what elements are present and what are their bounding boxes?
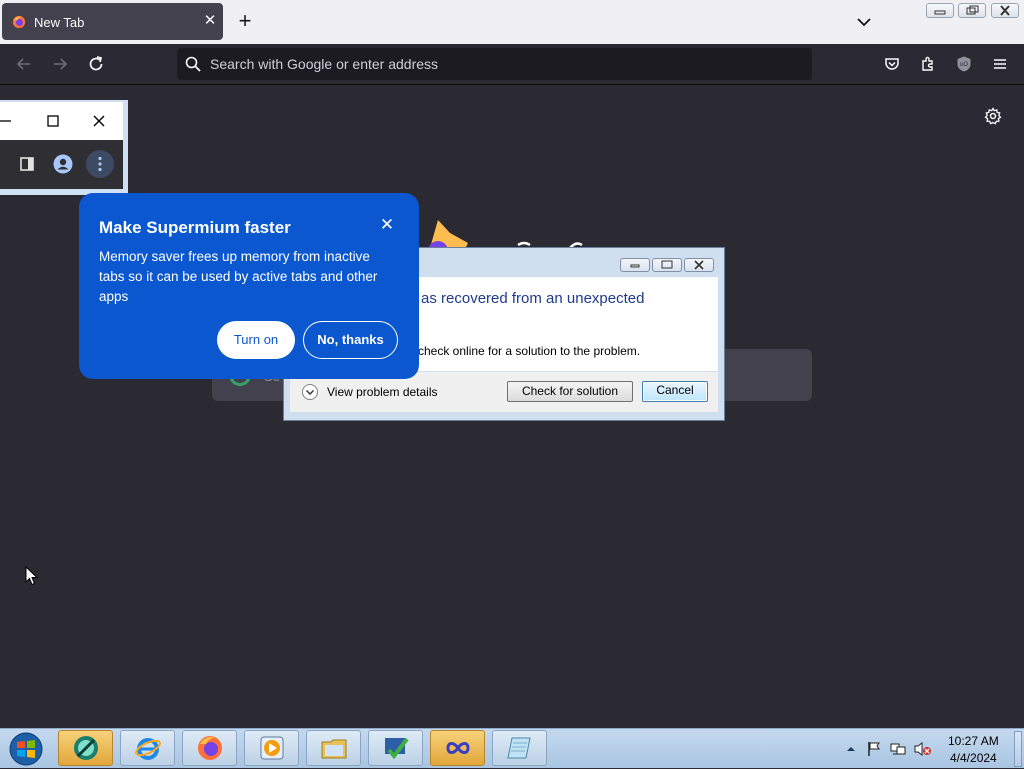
reload-icon[interactable]: [87, 55, 105, 73]
dialog-maximize-button[interactable]: [652, 258, 682, 272]
notepad-icon: [507, 737, 531, 759]
gear-icon[interactable]: [984, 107, 1002, 125]
extensions-icon[interactable]: [919, 55, 937, 73]
connection-app-icon: [74, 736, 98, 760]
dialog-close-button[interactable]: [684, 258, 714, 272]
dialog-heading: as recovered from an unexpected: [421, 290, 645, 307]
expand-details-chevron-icon[interactable]: [302, 384, 318, 400]
tab-close-icon[interactable]: ✕: [200, 11, 220, 31]
restore-button[interactable]: [958, 3, 986, 18]
supermium-window-fragment: [0, 100, 128, 195]
show-hidden-icons-icon[interactable]: [846, 744, 856, 754]
dialog-body-text: check online for a solution to the probl…: [418, 344, 641, 358]
list-all-tabs-icon[interactable]: [854, 12, 874, 32]
tab-strip: New Tab ✕ +: [0, 0, 1024, 44]
taskbar-notepad[interactable]: [492, 730, 547, 766]
address-bar[interactable]: Search with Google or enter address: [177, 48, 812, 80]
kebab-menu-icon: [98, 156, 102, 172]
taskbar-media-player[interactable]: [244, 730, 299, 766]
promo-body: Memory saver frees up memory from inacti…: [99, 249, 378, 304]
more-menu-button[interactable]: [86, 150, 114, 178]
tab-new-tab[interactable]: New Tab ✕: [2, 3, 223, 40]
minimize-icon[interactable]: [0, 114, 14, 128]
start-button-icon[interactable]: [6, 731, 46, 767]
menu-icon[interactable]: [991, 55, 1009, 73]
infinity-icon: [446, 742, 470, 754]
volume-muted-icon[interactable]: [914, 741, 932, 757]
taskbar-firefox[interactable]: [182, 730, 237, 766]
media-player-icon: [260, 736, 284, 760]
taskbar: 10:27 AM 4/4/2024: [0, 728, 1024, 768]
network-icon[interactable]: [890, 741, 906, 757]
action-center-flag-icon[interactable]: [866, 741, 882, 757]
no-thanks-button[interactable]: No, thanks: [303, 321, 398, 359]
svg-text:uO: uO: [960, 62, 968, 68]
folder-icon: [321, 739, 347, 759]
pocket-icon[interactable]: [883, 55, 901, 73]
taskbar-connection-app[interactable]: [58, 730, 113, 766]
search-icon: [185, 56, 201, 72]
clock-date[interactable]: 4/4/2024: [950, 751, 997, 765]
supermium-titlebar: [0, 102, 123, 138]
navigation-toolbar: Search with Google or enter address uO: [0, 44, 1024, 85]
dialog-minimize-button[interactable]: [620, 258, 650, 272]
firefox-icon: [198, 736, 222, 760]
clock-time[interactable]: 10:27 AM: [948, 734, 999, 748]
maximize-icon[interactable]: [46, 114, 60, 128]
close-icon[interactable]: ✕: [377, 215, 397, 235]
supermium-window-body: [0, 102, 123, 189]
view-problem-details-link[interactable]: View problem details: [327, 385, 438, 399]
memory-saver-promo: Make Supermium faster Memory saver frees…: [79, 193, 419, 379]
ublock-shield-icon[interactable]: uO: [955, 55, 973, 73]
mouse-cursor-icon: [25, 566, 39, 586]
minimize-button[interactable]: [926, 3, 954, 18]
taskbar-infinity-app[interactable]: [430, 730, 485, 766]
close-window-button[interactable]: [991, 3, 1019, 18]
taskbar-file-explorer[interactable]: [306, 730, 361, 766]
back-icon[interactable]: [15, 55, 33, 73]
taskbar-checker-app[interactable]: [368, 730, 423, 766]
tab-title: New Tab: [34, 15, 85, 30]
checkmark-app-icon: [385, 737, 409, 760]
promo-title: Make Supermium faster: [99, 218, 291, 237]
system-tray: 10:27 AM 4/4/2024: [842, 729, 1024, 769]
side-panel-icon[interactable]: [19, 156, 35, 172]
address-input[interactable]: Search with Google or enter address: [210, 56, 438, 72]
profile-avatar-icon[interactable]: [53, 154, 73, 174]
close-icon[interactable]: [92, 114, 106, 128]
turn-on-button[interactable]: Turn on: [217, 321, 295, 359]
supermium-toolbar: [0, 140, 123, 189]
cancel-button[interactable]: Cancel: [642, 381, 708, 402]
forward-icon[interactable]: [51, 55, 69, 73]
check-for-solution-button[interactable]: Check for solution: [507, 381, 633, 402]
internet-explorer-icon: [135, 738, 161, 760]
firefox-icon: [12, 15, 26, 29]
show-desktop-button[interactable]: [1014, 731, 1022, 767]
taskbar-internet-explorer[interactable]: [120, 730, 175, 766]
new-tab-button[interactable]: +: [234, 10, 256, 33]
